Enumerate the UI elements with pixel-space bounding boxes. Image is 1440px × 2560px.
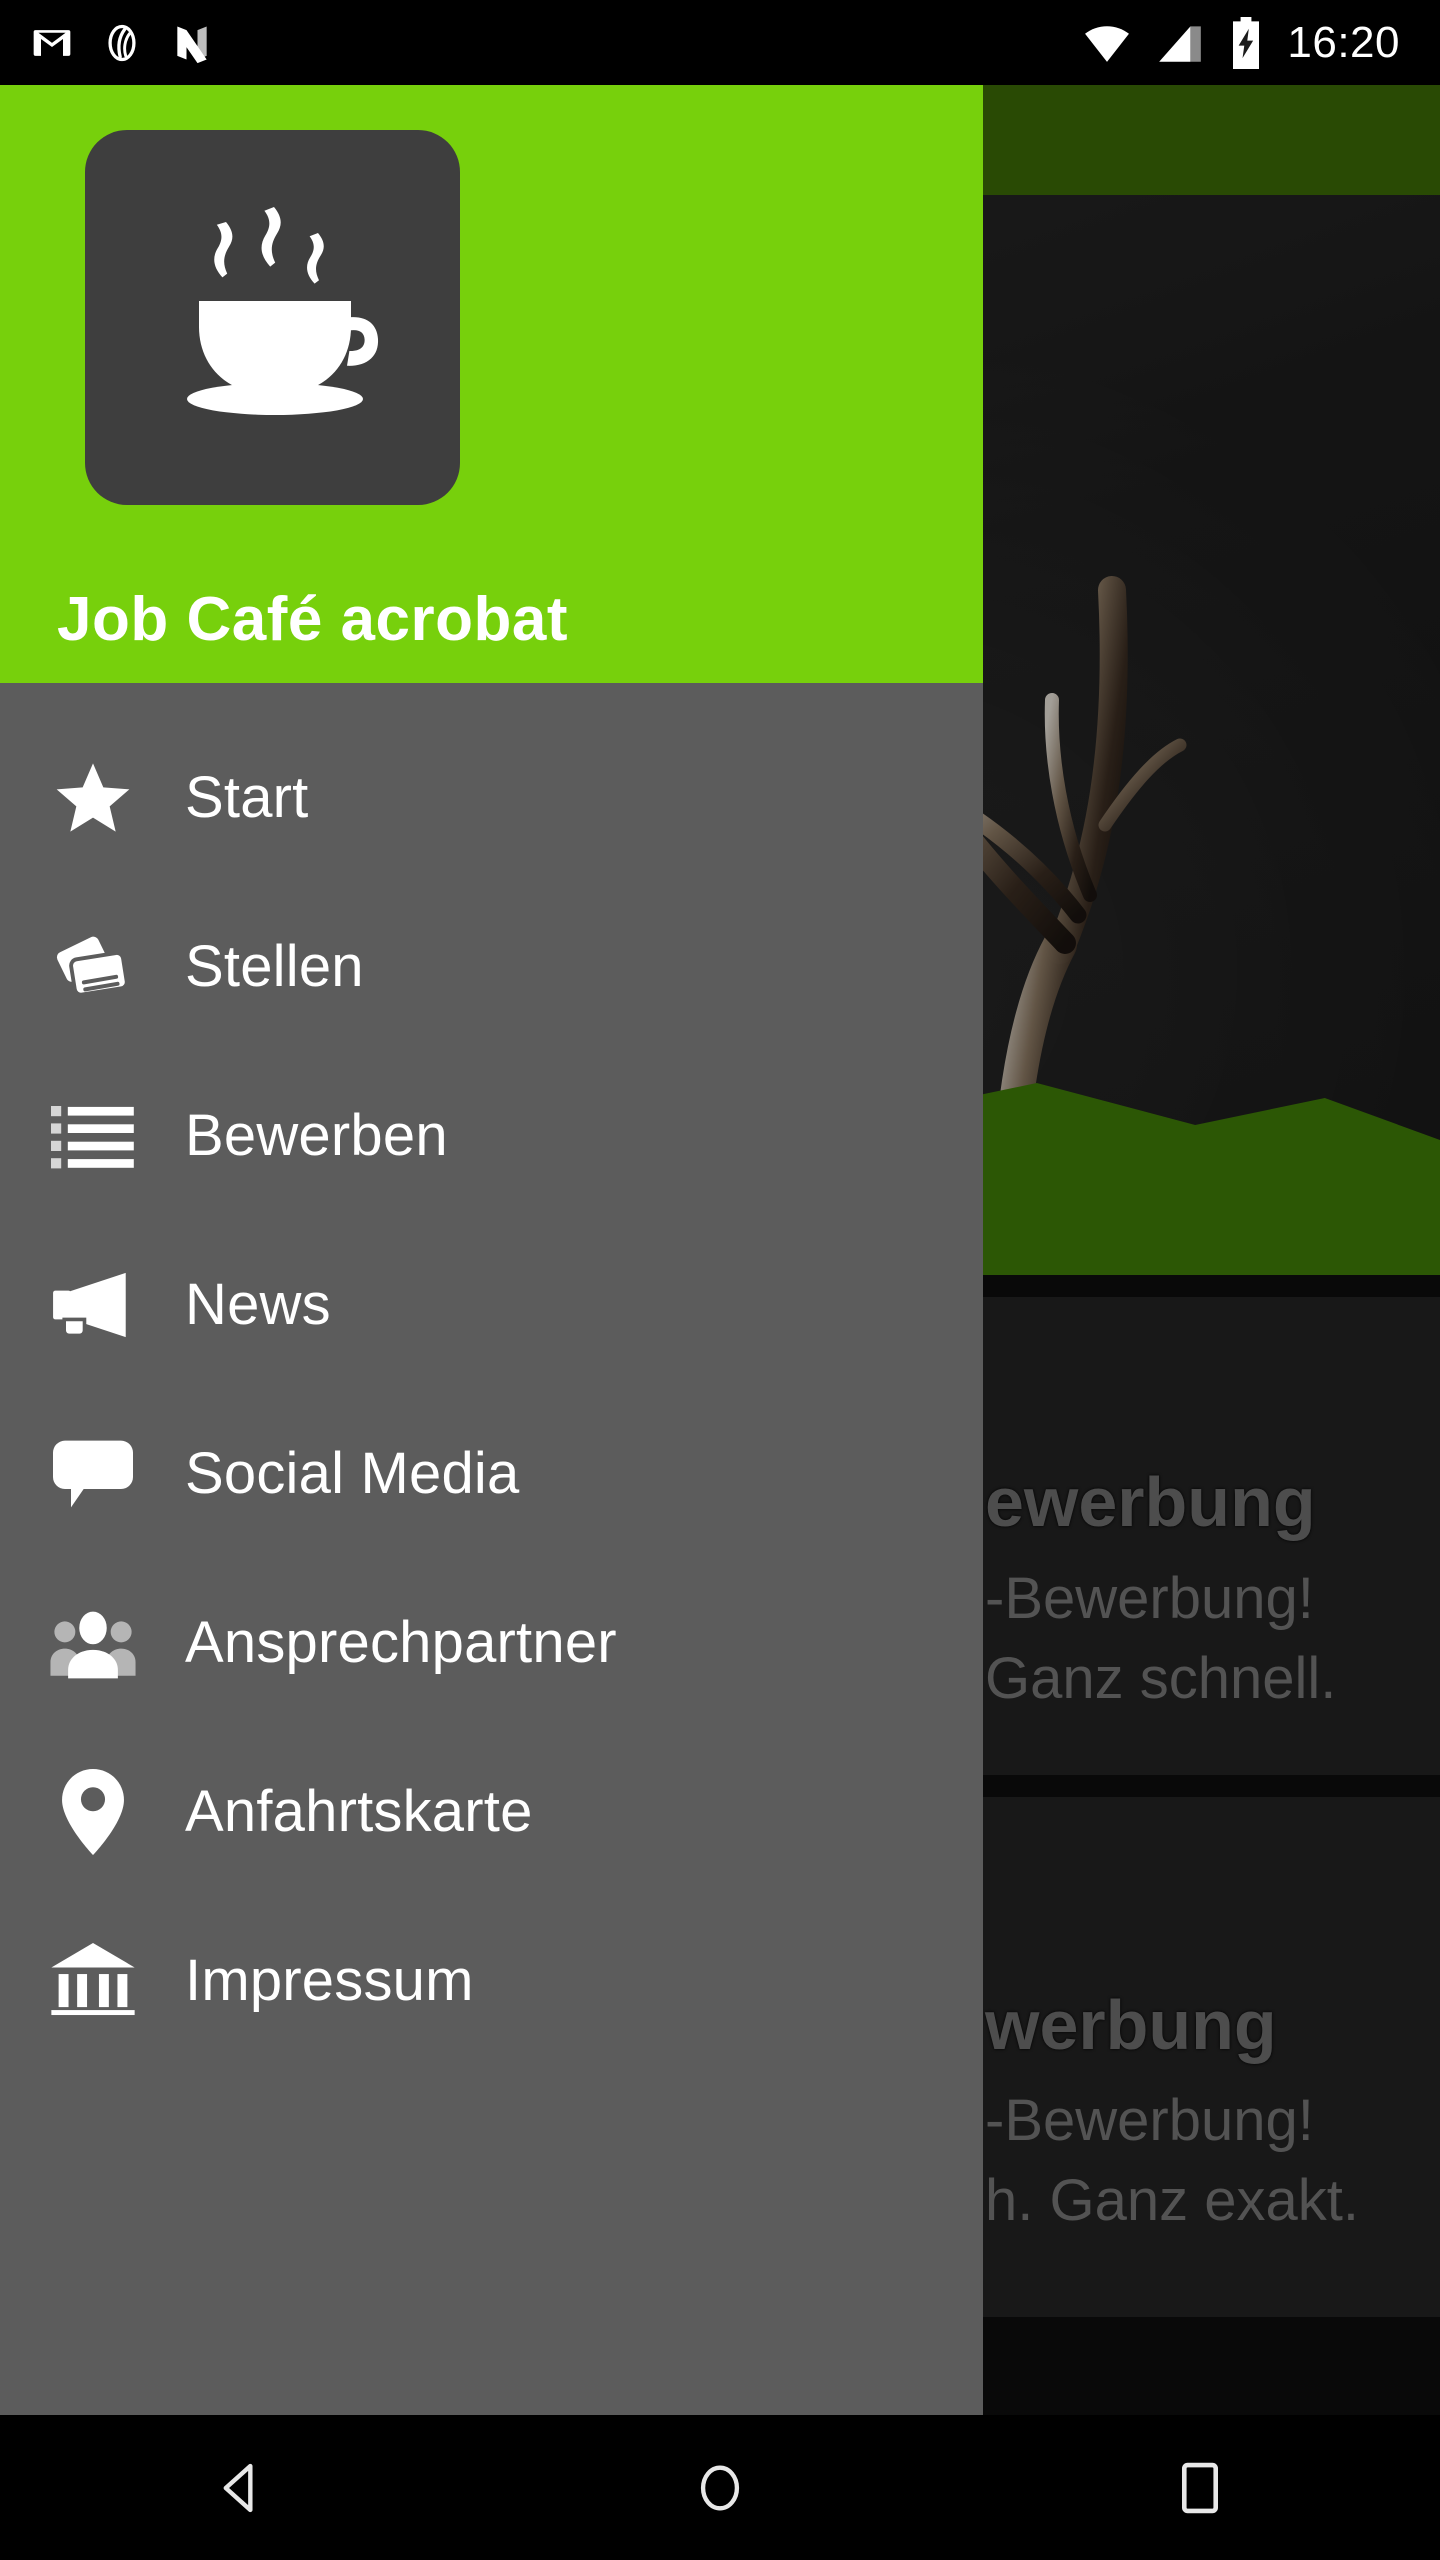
speech-bubble-icon [0, 1434, 185, 1514]
drawer-item-label: Anfahrtskarte [185, 1779, 533, 1844]
megaphone-icon [0, 1269, 185, 1341]
battery-charging-icon [1233, 16, 1260, 69]
drawer-item-news[interactable]: News [0, 1220, 983, 1389]
map-pin-icon [0, 1768, 185, 1855]
drawer-item-label: Stellen [185, 934, 364, 999]
wifi-icon [1085, 25, 1130, 62]
navigation-drawer: Job Café acrobat Start Stellen Bewerben … [0, 85, 983, 2415]
drawer-item-label: Start [185, 765, 309, 830]
recents-button[interactable] [1100, 2415, 1300, 2560]
back-button[interactable] [140, 2415, 340, 2560]
status-bar-notifications [0, 21, 214, 65]
drawer-item-anfahrtskarte[interactable]: Anfahrtskarte [0, 1727, 983, 1896]
drawer-item-start[interactable]: Start [0, 713, 983, 882]
star-icon [0, 758, 185, 838]
status-bar-system-icons: 16:20 [1081, 16, 1440, 69]
drawer-item-ansprechpartner[interactable]: Ansprechpartner [0, 1558, 983, 1727]
status-bar-clock: 16:20 [1287, 17, 1400, 67]
system-navigation-bar [0, 2415, 1440, 2560]
list-icon [0, 1102, 185, 1170]
cards-icon [0, 925, 185, 1009]
people-group-icon [0, 1607, 185, 1679]
drawer-item-label: Impressum [185, 1948, 474, 2013]
coffee-cup-icon [186, 206, 378, 415]
n-app-icon [177, 26, 207, 63]
android-screen: ewerbung -Bewerbung! Ganz schnell. werbu… [0, 0, 1440, 2560]
drawer-scrim[interactable] [983, 85, 1440, 2415]
bank-building-icon [0, 1942, 185, 2019]
spiral-app-icon [108, 24, 136, 61]
drawer-item-label: Ansprechpartner [185, 1610, 617, 1675]
status-bar: 16:20 [0, 0, 1440, 85]
gmail-icon [33, 29, 71, 56]
drawer-item-impressum[interactable]: Impressum [0, 1896, 983, 2065]
drawer-item-label: Bewerben [185, 1103, 448, 1168]
app-logo-tile [85, 130, 460, 505]
drawer-item-label: News [185, 1272, 331, 1337]
drawer-menu: Start Stellen Bewerben News Social Media… [0, 683, 983, 2065]
drawer-header: Job Café acrobat [0, 85, 983, 683]
app-title: Job Café acrobat [57, 585, 569, 654]
cellular-signal-icon [1159, 25, 1202, 62]
drawer-item-social-media[interactable]: Social Media [0, 1389, 983, 1558]
drawer-item-bewerben[interactable]: Bewerben [0, 1051, 983, 1220]
drawer-item-stellen[interactable]: Stellen [0, 882, 983, 1051]
home-button[interactable] [620, 2415, 820, 2560]
drawer-item-label: Social Media [185, 1441, 520, 1506]
